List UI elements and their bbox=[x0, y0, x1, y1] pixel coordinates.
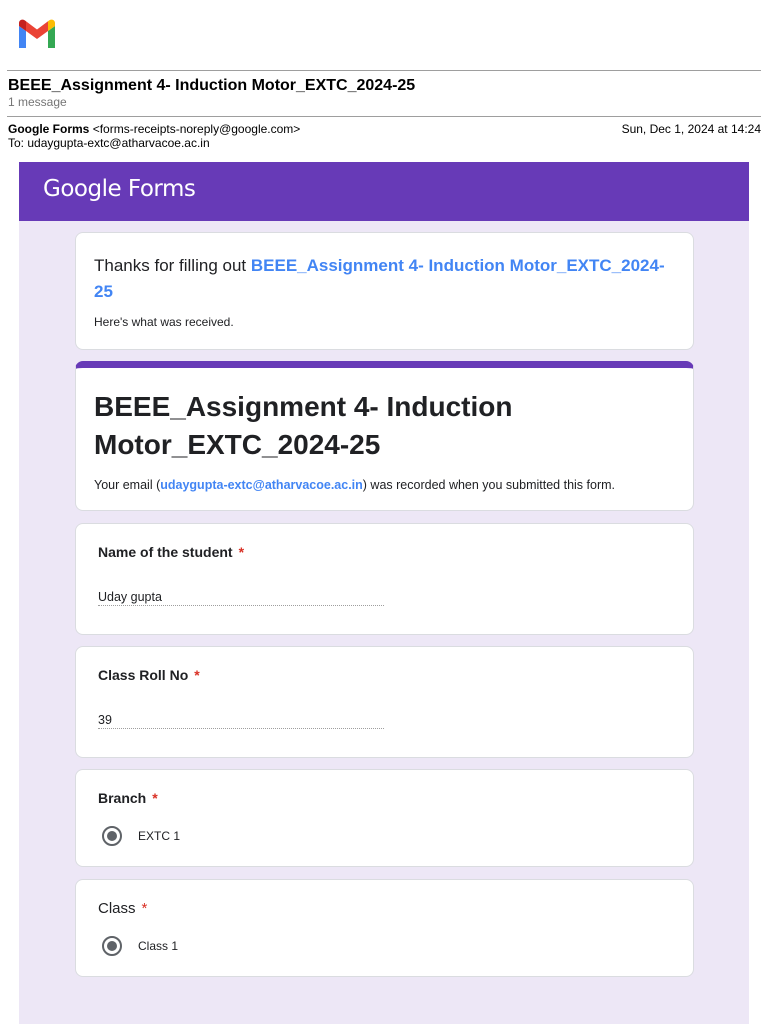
form-title: BEEE_Assignment 4- Induction Motor_EXTC_… bbox=[94, 391, 513, 460]
radio-selected-icon bbox=[102, 826, 122, 846]
forms-header: Google Forms bbox=[19, 162, 749, 221]
question-title: Class * bbox=[98, 900, 671, 917]
question-card: Name of the student * Uday gupta bbox=[75, 523, 694, 635]
google-forms-logo: Google Forms bbox=[43, 176, 196, 202]
required-mark: * bbox=[238, 544, 245, 560]
question-label: Branch bbox=[98, 790, 147, 806]
logo-forms-word: Forms bbox=[127, 176, 196, 202]
question-card: Class Roll No * 39 bbox=[75, 646, 694, 758]
sender-address: <forms-receipts-noreply@google.com> bbox=[92, 122, 301, 136]
sender-line: Google Forms <forms-receipts-noreply@goo… bbox=[8, 122, 300, 136]
question-title: Class Roll No * bbox=[98, 667, 671, 683]
selected-option: Class 1 bbox=[102, 936, 178, 956]
gmail-logo-icon bbox=[19, 19, 55, 48]
option-label: EXTC 1 bbox=[138, 829, 181, 843]
thanks-message: Thanks for filling out BEEE_Assignment 4… bbox=[94, 253, 675, 305]
selected-option: EXTC 1 bbox=[102, 826, 180, 846]
thanks-prefix: Thanks for filling out bbox=[94, 256, 251, 275]
email-recorded-note: Your email (udaygupta-extc@atharvacoe.ac… bbox=[94, 478, 675, 492]
question-card: Class * Class 1 bbox=[75, 879, 694, 977]
question-title: Branch * bbox=[98, 790, 671, 806]
question-label: Class Roll No bbox=[98, 667, 189, 683]
recipient-line: To: udaygupta-extc@atharvacoe.ac.in bbox=[8, 136, 210, 150]
required-mark: * bbox=[141, 900, 148, 917]
received-note: Here's what was received. bbox=[94, 315, 234, 329]
question-card: Branch * EXTC 1 bbox=[75, 769, 694, 867]
sender-name: Google Forms bbox=[8, 122, 90, 136]
thanks-card: Thanks for filling out BEEE_Assignment 4… bbox=[75, 232, 694, 350]
message-count: 1 message bbox=[8, 95, 67, 109]
header-divider bbox=[7, 70, 761, 71]
required-mark: * bbox=[194, 667, 200, 683]
email-subject: BEEE_Assignment 4- Induction Motor_EXTC_… bbox=[8, 77, 416, 94]
question-title: Name of the student * bbox=[98, 544, 671, 560]
required-mark: * bbox=[152, 790, 158, 806]
forms-receipt: Google Forms Thanks for filling out BEEE… bbox=[19, 162, 749, 1024]
recorded-email-link[interactable]: udaygupta-extc@atharvacoe.ac.in bbox=[160, 478, 363, 492]
answer-text: 39 bbox=[98, 713, 384, 729]
option-label: Class 1 bbox=[138, 939, 179, 953]
email-date: Sun, Dec 1, 2024 at 14:24 bbox=[621, 122, 761, 136]
email-note-prefix: Your email ( bbox=[94, 478, 161, 492]
subject-divider bbox=[7, 116, 761, 117]
radio-selected-icon bbox=[102, 936, 122, 956]
answer-text: Uday gupta bbox=[98, 590, 384, 606]
email-note-suffix: ) was recorded when you submitted this f… bbox=[362, 478, 615, 492]
question-label: Class bbox=[98, 900, 136, 917]
question-label: Name of the student bbox=[98, 544, 233, 560]
logo-google-word: Google bbox=[43, 176, 122, 202]
form-title-card: BEEE_Assignment 4- Induction Motor_EXTC_… bbox=[75, 361, 694, 511]
